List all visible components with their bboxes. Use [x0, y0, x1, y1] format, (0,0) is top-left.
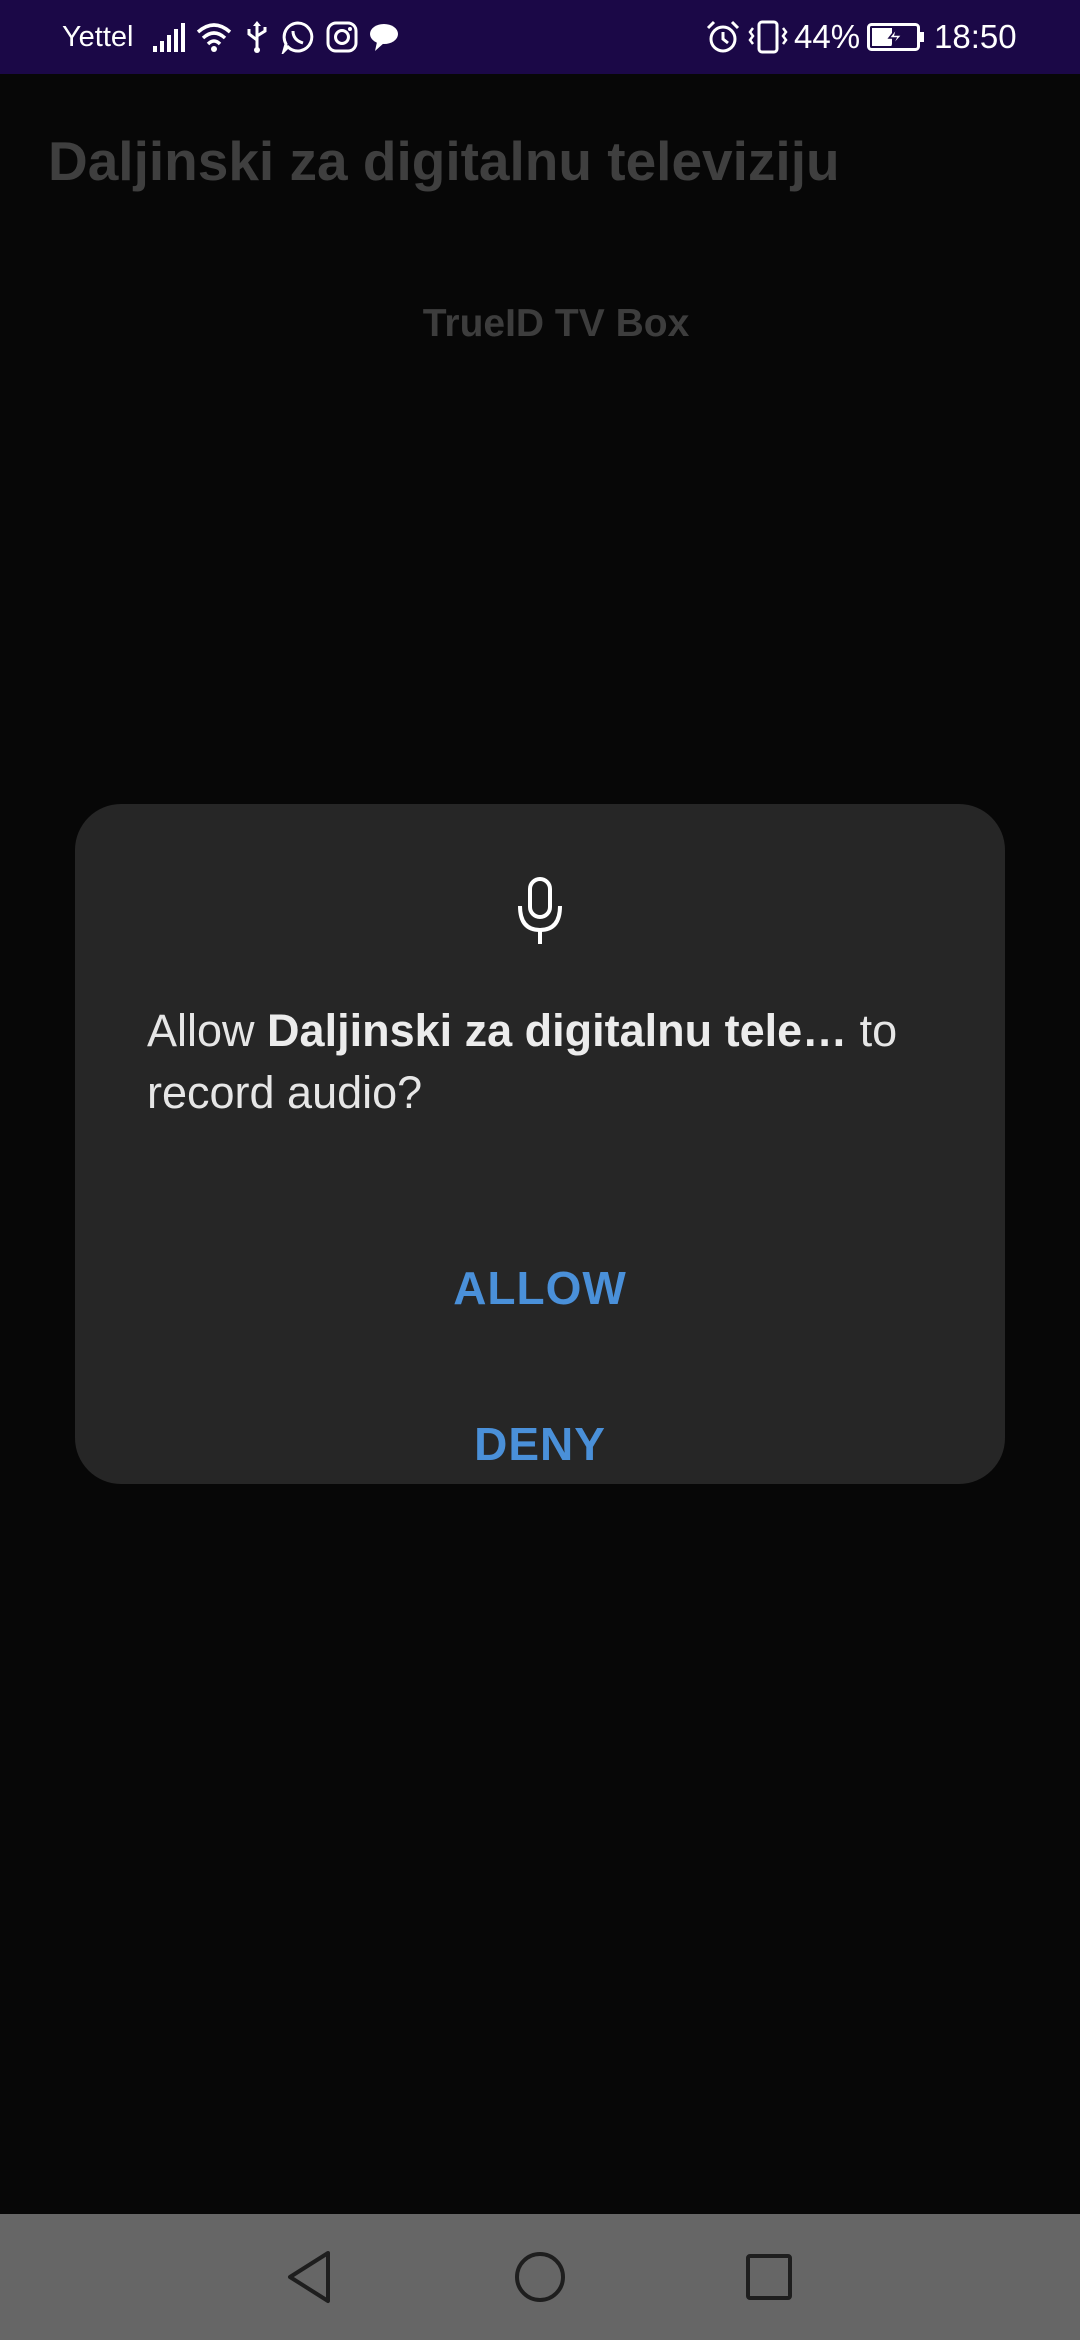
signal-icon [150, 16, 188, 58]
screen: Yettel 44% 18:50 Daljinski za digitalnu … [0, 0, 1080, 2340]
navigation-bar [0, 2214, 1080, 2340]
alarm-icon [704, 16, 742, 58]
wifi-icon [194, 16, 234, 58]
deny-button[interactable]: DENY [75, 1394, 1005, 1494]
allow-button[interactable]: ALLOW [75, 1238, 1005, 1338]
app-title: Daljinski za digitalnu televiziju [48, 130, 840, 192]
permission-dialog: Allow Daljinski za digitalnu tele… to re… [75, 804, 1005, 1484]
device-name: TrueID TV Box [422, 302, 690, 345]
app-name: Daljinski za digitalnu tele… [267, 1005, 848, 1056]
instagram-icon [324, 16, 360, 58]
home-icon[interactable] [507, 2244, 573, 2310]
recents-icon[interactable] [736, 2244, 802, 2310]
whatsapp-icon [280, 16, 316, 58]
battery-charging-icon [866, 16, 926, 58]
vibrate-icon [746, 16, 790, 58]
clock: 18:50 [934, 18, 1017, 55]
microphone-icon [512, 876, 568, 948]
chat-icon [366, 16, 402, 58]
usb-icon [244, 16, 270, 58]
permission-message: Allow Daljinski za digitalnu tele… to re… [147, 1000, 947, 1124]
message-prefix: Allow [147, 1005, 268, 1056]
carrier-name: Yettel [62, 21, 134, 53]
battery-percent: 44% [794, 18, 861, 55]
back-icon[interactable] [276, 2244, 342, 2310]
status-bar: Yettel 44% 18:50 [0, 0, 1080, 74]
